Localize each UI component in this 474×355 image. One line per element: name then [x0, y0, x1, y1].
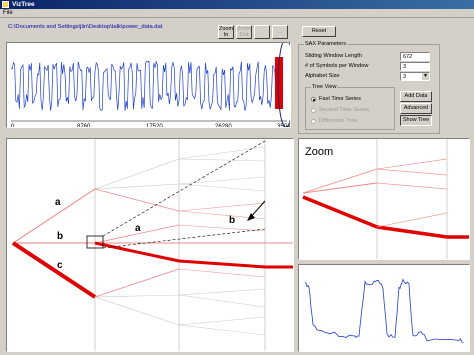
sliding-window-label: Sliding Window Length — [305, 53, 362, 59]
window-title: VizTree — [12, 1, 35, 8]
menu-file[interactable]: File — [3, 9, 13, 17]
axis-tick-3: 26280 — [215, 124, 232, 127]
sax-group-label: SAX Parameters — [304, 41, 347, 47]
axis-tick-0: 0 — [11, 124, 15, 127]
app-icon — [2, 1, 9, 8]
subsequence-panel[interactable] — [298, 264, 470, 352]
menu-bar: File — [0, 9, 474, 18]
symbols-per-window-input[interactable]: 3 — [400, 62, 430, 71]
show-tree-button[interactable]: Show Tree — [400, 115, 432, 126]
time-series-plot: 0 8760 17520 26280 35040 — [10, 38, 295, 130]
zoom-tree: Zoom — [302, 139, 469, 259]
reset-button[interactable]: Reset — [302, 26, 336, 37]
zoom-in-button[interactable]: Zoom In — [218, 25, 234, 39]
zoom-out-label: Zoom Out — [236, 25, 252, 38]
tree-label-a: a — [55, 197, 61, 208]
radio-second-time-series-label: Second Time Series — [319, 107, 370, 113]
tree-label-c: c — [57, 260, 63, 271]
tree-label-b-2: b — [229, 215, 235, 226]
sliding-window-input[interactable]: 672 — [400, 52, 430, 61]
chevron-down-icon[interactable]: ▼ — [422, 73, 429, 80]
radio-fast-time-series[interactable] — [311, 97, 316, 102]
zoom-title: Zoom — [305, 146, 333, 158]
alphabet-size-value: 3 — [403, 74, 407, 80]
axis-tick-1: 8760 — [77, 124, 91, 127]
zoom-panel[interactable]: Zoom — [298, 138, 470, 260]
time-series-line — [10, 60, 283, 111]
axis-tick-4: 35040 — [277, 124, 290, 127]
reset-label: Reset — [311, 28, 327, 35]
tree-label-a-2: a — [135, 223, 141, 234]
add-data-label: Add Data — [404, 93, 428, 100]
zoom-out-button[interactable]: Zoom Out — [236, 25, 252, 39]
tree-label-b: b — [57, 231, 63, 242]
zoom-guide-line-top — [102, 140, 266, 237]
radio-fast-time-series-label: Fast Time Series — [319, 96, 361, 102]
tree-panel[interactable]: a b c a b — [6, 138, 294, 352]
alphabet-size-select[interactable]: 3 ▼ — [400, 72, 430, 81]
subsequence-tree: a b c a b — [11, 139, 293, 351]
axis-tick-2: 17520 — [146, 124, 163, 127]
show-tree-label: Show Tree — [402, 117, 430, 124]
file-path: C:\Documents and Settings\jlin\Desktop\t… — [8, 24, 163, 30]
radio-difference-tree-label: Difference Tree — [319, 118, 358, 124]
zoom-guide-line-bottom — [102, 228, 266, 249]
subsequence-plot — [304, 278, 464, 343]
toolbar-button-3[interactable] — [254, 25, 270, 39]
symbols-per-window-label: # of Symbols per Window — [305, 63, 369, 69]
alphabet-size-label: Alphabet Size — [305, 73, 340, 79]
advanced-button[interactable]: Advanced — [400, 103, 432, 114]
time-series-panel[interactable]: 0 8760 17520 26280 35040 — [6, 38, 295, 130]
radio-second-time-series[interactable] — [311, 108, 316, 113]
toolbar-button-4-label: ... — [277, 28, 283, 35]
tree-view-group-label: Tree View — [311, 84, 338, 90]
title-bar: VizTree — [0, 0, 474, 9]
advanced-label: Advanced — [403, 105, 429, 112]
toolbar-button-4[interactable]: ... — [272, 25, 288, 39]
zoom-in-label: Zoom In — [218, 25, 234, 38]
subsequence-line — [304, 278, 464, 343]
radio-difference-tree[interactable] — [311, 119, 316, 124]
add-data-button[interactable]: Add Data — [400, 91, 432, 102]
